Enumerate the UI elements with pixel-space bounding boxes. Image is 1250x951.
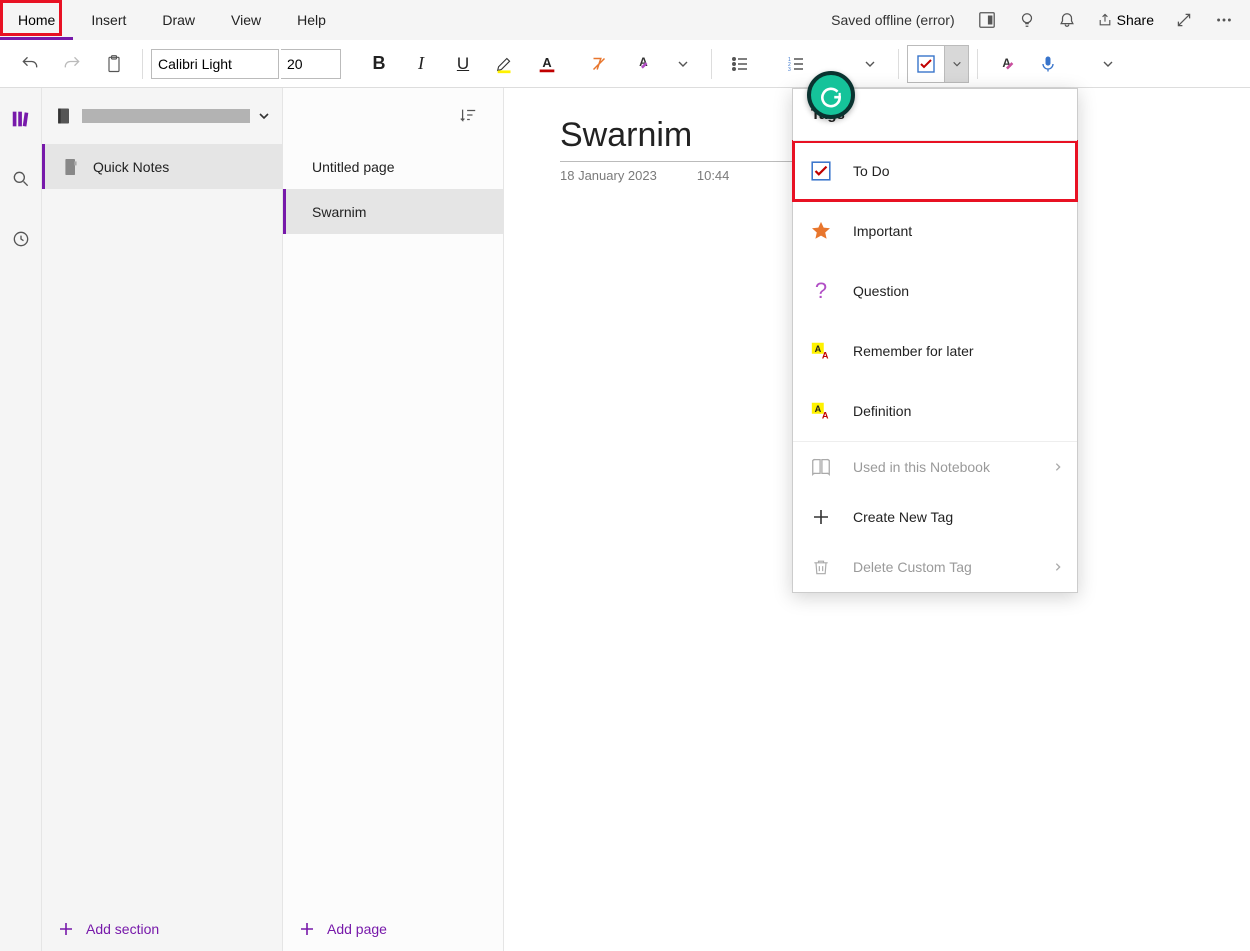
- svg-text:A: A: [815, 404, 822, 414]
- share-button[interactable]: Share: [1089, 2, 1162, 38]
- font-color-button[interactable]: A: [527, 44, 567, 84]
- svg-text:A: A: [815, 344, 822, 354]
- bold-button[interactable]: B: [359, 44, 399, 84]
- todo-tag-chevron[interactable]: [945, 45, 969, 83]
- svg-text:A: A: [822, 350, 829, 360]
- tab-view[interactable]: View: [213, 0, 279, 40]
- saved-status: Saved offline (error): [831, 12, 954, 28]
- tag-important[interactable]: Important: [793, 201, 1077, 261]
- font-size-input[interactable]: [281, 49, 341, 79]
- tag-label: Definition: [853, 403, 911, 419]
- tab-help[interactable]: Help: [279, 0, 344, 40]
- checkbox-icon: [809, 159, 833, 183]
- recent-icon[interactable]: [4, 222, 38, 256]
- underline-button[interactable]: U: [443, 44, 483, 84]
- italic-button[interactable]: I: [401, 44, 441, 84]
- tag-question[interactable]: ? Question: [793, 261, 1077, 321]
- add-section-button[interactable]: Add section: [42, 906, 282, 951]
- chevron-right-icon: [1053, 562, 1063, 572]
- plus-icon: [809, 505, 833, 529]
- page-time: 10:44: [697, 168, 730, 183]
- tags-used-in-notebook[interactable]: Used in this Notebook: [793, 442, 1077, 492]
- undo-button[interactable]: [10, 44, 50, 84]
- aa-icon: AA: [809, 339, 833, 363]
- divider: [142, 49, 143, 79]
- tag-definition[interactable]: AA Definition: [793, 381, 1077, 441]
- ink-button[interactable]: A: [986, 44, 1026, 84]
- page-title[interactable]: [560, 116, 800, 162]
- tag-label: Remember for later: [853, 343, 974, 359]
- more-icon[interactable]: [1206, 2, 1242, 38]
- feed-icon[interactable]: [969, 2, 1005, 38]
- divider: [977, 49, 978, 79]
- trash-icon: [809, 555, 833, 579]
- tag-footer-label: Delete Custom Tag: [853, 559, 972, 575]
- add-section-label: Add section: [86, 921, 159, 937]
- page-swarnim[interactable]: Swarnim: [283, 189, 503, 234]
- format-painter-button[interactable]: A: [621, 44, 661, 84]
- notebook-icon: [54, 105, 74, 127]
- tab-insert[interactable]: Insert: [73, 0, 144, 40]
- book-icon: [809, 455, 833, 479]
- svg-text:A: A: [542, 54, 551, 69]
- more-voice-chevron[interactable]: [1088, 44, 1128, 84]
- search-icon[interactable]: [4, 162, 38, 196]
- add-page-button[interactable]: Add page: [283, 906, 503, 951]
- more-formatting-chevron[interactable]: [663, 44, 703, 84]
- share-label: Share: [1117, 12, 1154, 28]
- notebook-name[interactable]: [82, 109, 250, 123]
- tag-label: Important: [853, 223, 912, 239]
- star-icon: [809, 219, 833, 243]
- tag-label: To Do: [853, 163, 890, 179]
- tag-footer-label: Used in this Notebook: [853, 459, 990, 475]
- more-paragraph-chevron[interactable]: [850, 44, 890, 84]
- tag-remember[interactable]: AA Remember for later: [793, 321, 1077, 381]
- section-icon: [63, 157, 79, 177]
- section-quick-notes[interactable]: Quick Notes: [42, 144, 282, 189]
- add-page-label: Add page: [327, 921, 387, 937]
- tag-todo[interactable]: To Do: [793, 141, 1077, 201]
- font-name-input[interactable]: [151, 49, 279, 79]
- plus-icon: [299, 921, 315, 937]
- question-icon: ?: [809, 279, 833, 303]
- page-label: Untitled page: [312, 159, 395, 175]
- tag-footer-label: Create New Tag: [853, 509, 953, 525]
- clipboard-button[interactable]: [94, 44, 134, 84]
- tags-delete-custom[interactable]: Delete Custom Tag: [793, 542, 1077, 592]
- dictate-button[interactable]: [1028, 44, 1068, 84]
- highlight-button[interactable]: [485, 44, 525, 84]
- divider: [898, 49, 899, 79]
- numbered-list-button[interactable]: 123: [776, 44, 816, 84]
- divider: [711, 49, 712, 79]
- tag-label: Question: [853, 283, 909, 299]
- chevron-down-icon[interactable]: [258, 110, 270, 122]
- tab-home[interactable]: Home: [0, 0, 73, 40]
- fullscreen-icon[interactable]: [1166, 2, 1202, 38]
- sort-pages-icon[interactable]: [459, 106, 483, 130]
- tab-draw[interactable]: Draw: [144, 0, 213, 40]
- lightbulb-icon[interactable]: [1009, 2, 1045, 38]
- svg-text:A: A: [822, 410, 829, 420]
- tags-dropdown: Tags To Do Important ? Question AA Remem…: [792, 88, 1078, 593]
- section-label: Quick Notes: [93, 159, 169, 175]
- page-untitled[interactable]: Untitled page: [283, 144, 503, 189]
- clear-formatting-button[interactable]: [579, 44, 619, 84]
- notebooks-icon[interactable]: [4, 102, 38, 136]
- todo-tag-button[interactable]: [907, 45, 945, 83]
- tags-create-new[interactable]: Create New Tag: [793, 492, 1077, 542]
- page-date: 18 January 2023: [560, 168, 657, 183]
- page-label: Swarnim: [312, 204, 366, 220]
- redo-button[interactable]: [52, 44, 92, 84]
- chevron-right-icon: [1053, 462, 1063, 472]
- aa-icon: AA: [809, 399, 833, 423]
- plus-icon: [58, 921, 74, 937]
- grammarly-badge[interactable]: [807, 71, 855, 119]
- notifications-icon[interactable]: [1049, 2, 1085, 38]
- share-icon: [1097, 12, 1113, 28]
- bullet-list-button[interactable]: [720, 44, 760, 84]
- svg-text:3: 3: [788, 67, 791, 73]
